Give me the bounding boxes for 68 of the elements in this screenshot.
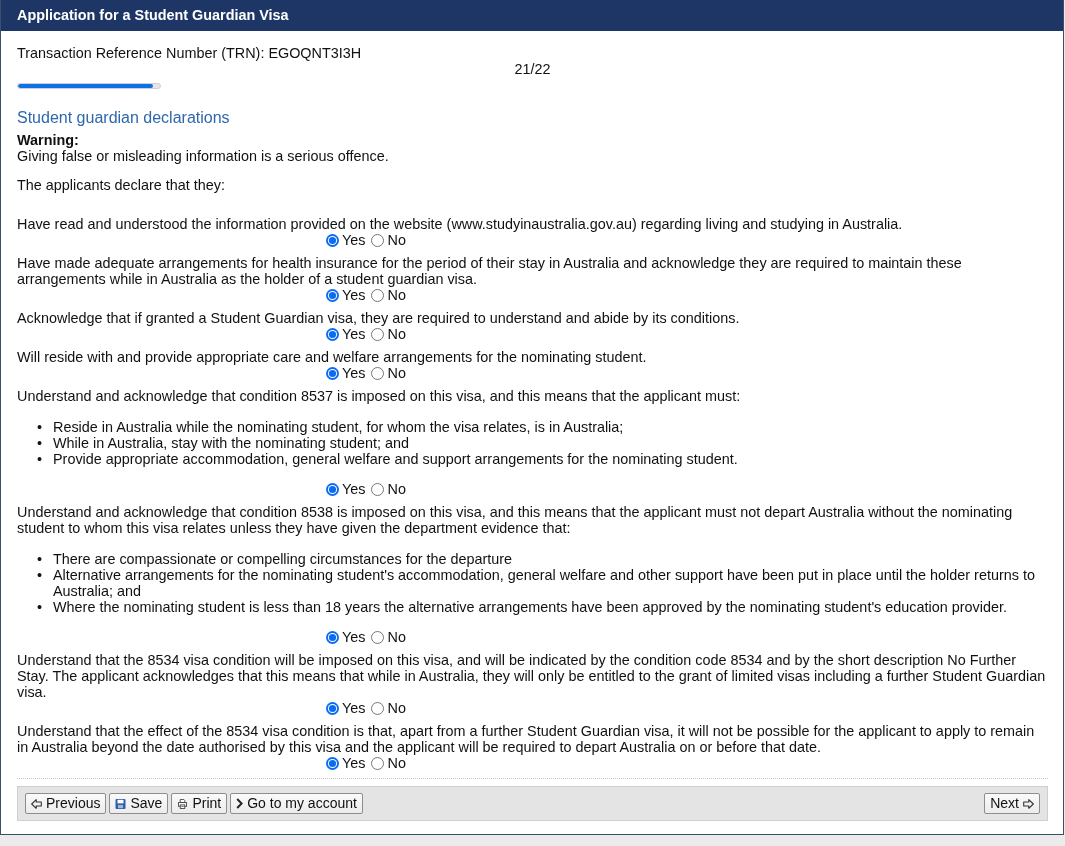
bullet-text: While in Australia, stay with the nominating student; and	[53, 435, 410, 451]
option-label[interactable]: Yes	[342, 232, 366, 248]
radio-button[interactable]	[371, 756, 385, 770]
option-label[interactable]: No	[387, 755, 406, 771]
bullet-marker: •	[37, 551, 44, 567]
bullet-text: Provide appropriate accommodation, general welfare and support arrangements for the nominating student.	[53, 451, 739, 467]
option-label[interactable]: No	[387, 326, 406, 342]
option-label[interactable]: No	[387, 287, 406, 303]
arrow-right-icon	[1023, 798, 1034, 809]
radio-button[interactable]	[326, 756, 339, 770]
bullet-marker: •	[37, 451, 44, 467]
option-label[interactable]: No	[387, 232, 406, 248]
bullet-text: Alternative arrangements for the nominating student's accommodation, general welfare and other support have been put in place until the holder returns to Australia; and	[53, 567, 1036, 599]
question-text: Have made adequate arrangements for health insurance for the period of their stay in Australia and acknowledge they are required to maintain these arrangements while in Australia as the holder of a student guardian visa.	[17, 255, 963, 287]
radio-button[interactable]	[371, 630, 385, 644]
bullet-marker: •	[37, 599, 44, 615]
option-label[interactable]: No	[387, 365, 406, 381]
radio-button[interactable]	[326, 630, 339, 644]
account-button[interactable]: Go to my account	[230, 793, 363, 814]
radio-button[interactable]	[326, 233, 339, 247]
trn-text: Transaction Reference Number (TRN): EGOQNT3I3H	[17, 45, 363, 61]
question-text: Understand that the effect of the 8534 visa condition is that, apart from a further Student Guardian visa, it will not be possible for the applicant to apply to remain in Australia beyond the date authorised by this visa and the applicant will be required to depart Australia on or before that date.	[17, 723, 1036, 755]
bullet-text: Reside in Australia while the nominating student, for whom the visa relates, is in Australia;	[53, 419, 625, 435]
warning-title: Warning:	[17, 132, 80, 148]
question-text: Understand and acknowledge that condition 8537 is imposed on this visa, and this means that the applicant must:	[17, 388, 742, 404]
question-text: Have read and understood the information provided on the website (www.studyinaustralia.gov.au) regarding living and studying in Australia.	[17, 216, 904, 232]
radio-button[interactable]	[371, 233, 385, 247]
bullet-text: Where the nominating student is less than 18 years the alternative arrangements have been approved by the nominating student's education provider.	[53, 599, 1008, 615]
arrow-left-icon	[31, 798, 42, 809]
radio-button[interactable]	[326, 701, 339, 715]
print-button[interactable]: Print	[171, 793, 228, 814]
option-label[interactable]: No	[387, 629, 406, 645]
question-text: Will reside with and provide appropriate care and welfare arrangements for the nominating student.	[17, 349, 648, 365]
question-text: Acknowledge that if granted a Student Guardian visa, they are required to understand and abide by its conditions.	[17, 310, 741, 326]
radio-button[interactable]	[326, 366, 339, 380]
warning-text: Giving false or misleading information is a serious offence.	[17, 148, 390, 164]
question-text: Understand that the 8534 visa condition will be imposed on this visa, and will be indicated by the condition code 8534 and by the short description No Further Stay. The applicant acknowledges that this means that while in Australia, they will only be entitled to the grant of limited visas including a further Student Guardian visa.	[17, 652, 1047, 700]
option-label[interactable]: Yes	[342, 287, 366, 303]
option-label[interactable]: Yes	[342, 700, 366, 716]
option-label[interactable]: Yes	[342, 755, 366, 771]
chevron-right-icon	[236, 798, 244, 809]
option-label[interactable]: Yes	[342, 326, 366, 342]
option-label[interactable]: Yes	[342, 365, 366, 381]
save-button[interactable]: Save	[109, 793, 169, 814]
option-label[interactable]: Yes	[342, 629, 366, 645]
radio-button[interactable]	[371, 288, 385, 302]
section-heading: Student guardian declarations	[17, 108, 231, 127]
bullet-marker: •	[37, 435, 44, 451]
bullet-text: There are compassionate or compelling circumstances for the departure	[53, 551, 514, 567]
radio-button[interactable]	[326, 482, 339, 496]
intro-text: The applicants declare that they:	[17, 177, 226, 193]
printer-icon	[177, 798, 189, 809]
option-label[interactable]: No	[387, 700, 406, 716]
radio-button[interactable]	[371, 482, 385, 496]
window-title: Application for a Student Guardian Visa	[17, 7, 289, 24]
radio-button[interactable]	[371, 327, 385, 341]
radio-button[interactable]	[371, 366, 385, 380]
next-button[interactable]: Next	[984, 793, 1040, 814]
radio-button[interactable]	[371, 701, 385, 715]
page-counter: 21/22	[514, 61, 551, 77]
question-text: Understand and acknowledge that condition 8538 is imposed on this visa, and this means that the applicant must not depart Australia without the nominating student to whom this visa relates unless they have given the department evidence that:	[17, 504, 1014, 536]
radio-button[interactable]	[326, 288, 339, 302]
option-label[interactable]: Yes	[342, 481, 366, 497]
bullet-marker: •	[37, 419, 44, 435]
option-label[interactable]: No	[387, 481, 406, 497]
previous-button[interactable]: Previous	[25, 793, 107, 814]
bullet-marker: •	[37, 567, 44, 583]
radio-button[interactable]	[326, 327, 339, 341]
